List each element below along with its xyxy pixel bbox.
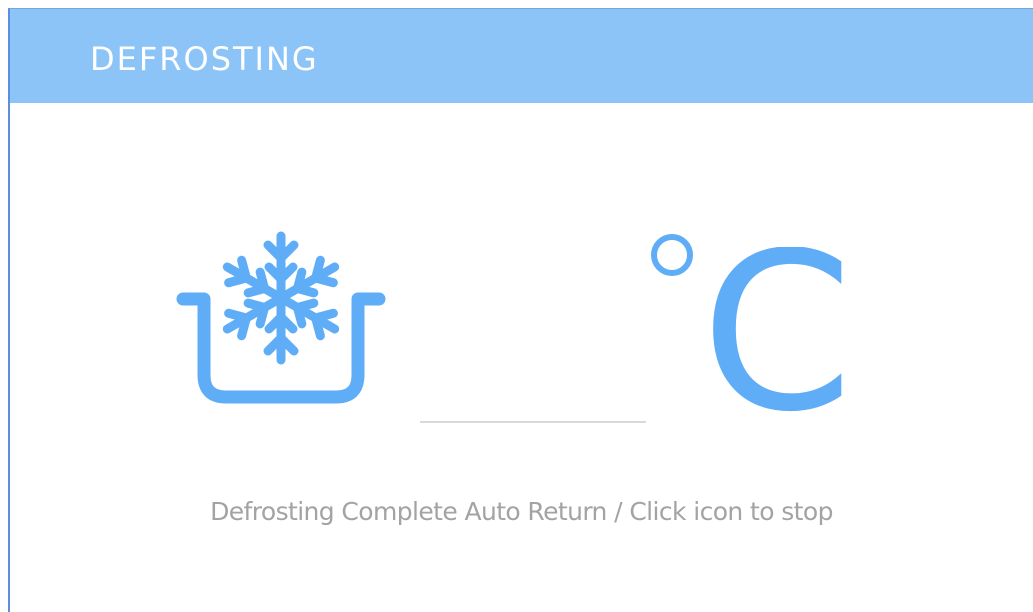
- temperature-value-field: [420, 421, 646, 423]
- celsius-unit-label: C: [701, 247, 853, 417]
- defrost-screen: DEFROSTING C Defrosting Complete Auto Re…: [8, 8, 1033, 612]
- status-message: Defrosting Complete Auto Return / Click …: [210, 497, 833, 526]
- celsius-letter: C: [701, 247, 853, 417]
- degree-icon: [651, 234, 693, 276]
- snowflake-pot-icon[interactable]: [168, 225, 394, 410]
- header-bar: DEFROSTING: [10, 9, 1033, 103]
- page-title: DEFROSTING: [90, 40, 319, 78]
